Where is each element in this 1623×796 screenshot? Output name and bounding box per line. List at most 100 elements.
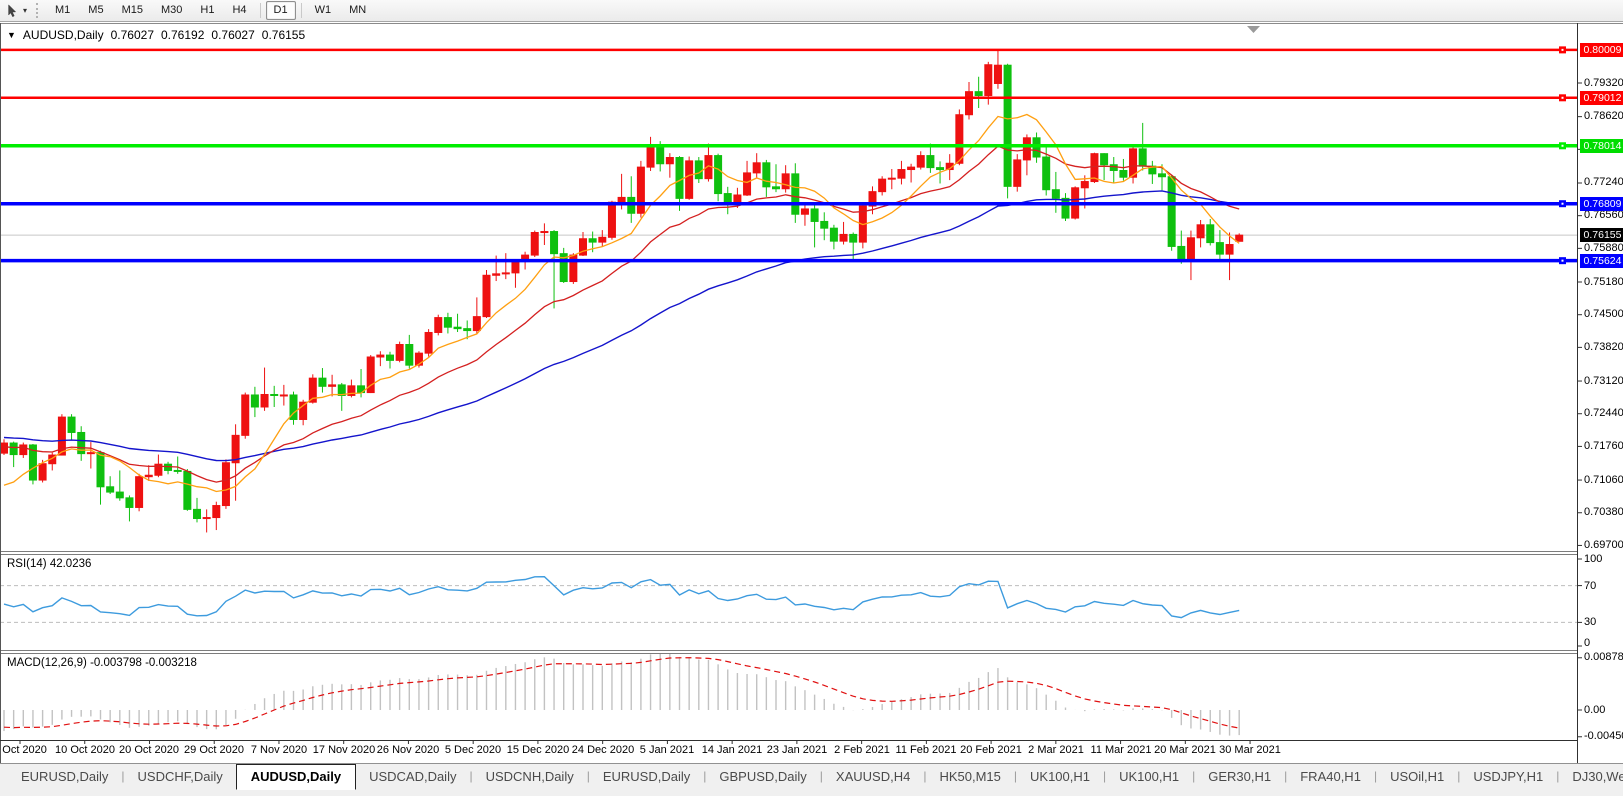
chart-tab-usdcnh-daily[interactable]: USDCNH,Daily (473, 764, 587, 790)
date-axis-label: 5 Dec 2020 (444, 744, 502, 756)
chart-tab-uk100-h1[interactable]: UK100,H1 (1017, 764, 1103, 790)
rsi-axis-tick-label: 0 (1584, 637, 1591, 649)
candle-bear (974, 91, 983, 96)
chart-tab-ger30-h1[interactable]: GER30,H1 (1195, 764, 1284, 790)
macd-axis-tick-label: -0.004503 (1584, 730, 1623, 742)
date-axis-label: 29 Oct 2020 (184, 744, 244, 756)
candle-bull (685, 160, 694, 199)
ohlc-low: 0.76027 (211, 28, 255, 42)
rsi-pane[interactable] (0, 575, 1577, 623)
candle-bull (279, 394, 288, 397)
candle-bear (926, 155, 935, 169)
chart-tab-usdchf-daily[interactable]: USDCHF,Daily (125, 764, 236, 790)
chart-tab-eurusd-daily[interactable]: EURUSD,Daily (590, 764, 703, 790)
line-handle-dot (1561, 48, 1564, 51)
price-chart[interactable] (0, 0, 1623, 796)
candle-bear (405, 344, 414, 366)
macd-indicator-label: MACD(12,26,9) -0.003798 -0.003218 (7, 657, 197, 669)
chart-tab-fra40-h1[interactable]: FRA40,H1 (1287, 764, 1374, 790)
candle-bear (1138, 148, 1147, 167)
candle-bull (1225, 244, 1234, 255)
chart-tab-dj30-weekly[interactable]: DJ30,Weekly (1559, 764, 1623, 790)
candle-bear (1109, 164, 1118, 171)
date-axis-label: 14 Jan 2021 (701, 744, 763, 756)
candle-bull (598, 236, 607, 243)
ohlc-close: 0.76155 (261, 28, 306, 42)
candle-bull (1235, 234, 1244, 242)
price-level-tag: 0.76809 (1580, 197, 1623, 211)
candle-bull (472, 316, 481, 332)
price-axis-tick-label: 0.75880 (1584, 242, 1623, 254)
price-axis-tick-label: 0.78620 (1584, 110, 1623, 122)
candle-bear (936, 167, 945, 171)
date-axis-label: 17 Nov 2020 (312, 744, 376, 756)
date-axis-label: 5 Jan 2021 (639, 744, 695, 756)
price-level-tag: 0.80009 (1580, 43, 1623, 57)
candle-bear (183, 470, 192, 510)
candle-bull (424, 331, 433, 354)
price-level-tag: 0.79012 (1580, 91, 1623, 105)
ohlc-open: 0.76027 (110, 28, 154, 42)
chart-menu-icon[interactable]: ▼ (7, 30, 16, 40)
candle-bear (1051, 189, 1060, 199)
candle-bear (443, 317, 452, 328)
date-axis-label: 10 Oct 2020 (55, 744, 115, 756)
chart-tab-usdcad-daily[interactable]: USDCAD,Daily (356, 764, 469, 790)
date-axis-label: 20 Oct 2020 (119, 744, 179, 756)
candle-bull (781, 173, 790, 190)
price-axis-tick-label: 0.77240 (1584, 176, 1623, 188)
chart-tab-audusd-daily[interactable]: AUDUSD,Daily (235, 764, 357, 790)
rsi-axis-tick-label: 70 (1584, 580, 1597, 592)
candle-bear (694, 160, 703, 180)
candle-bull (887, 177, 896, 180)
chart-tab-hk50-m15[interactable]: HK50,M15 (926, 764, 1013, 790)
chart-shift-icon[interactable] (1247, 26, 1260, 33)
chart-tab-xauusd-h4[interactable]: XAUUSD,H4 (823, 764, 923, 790)
rsi-axis-tick-label: 30 (1584, 616, 1597, 628)
candle-bull (260, 393, 269, 408)
candle-bull (38, 463, 47, 481)
candle-bull (646, 144, 655, 168)
candle-bear (115, 491, 124, 499)
chart-tab-usdjpy-h1[interactable]: USDJPY,H1 (1460, 764, 1556, 790)
candle-bull (800, 208, 809, 215)
candle-bear (820, 220, 829, 229)
chart-tab-gbpusd-daily[interactable]: GBPUSD,Daily (706, 764, 819, 790)
chart-tab-uk100-h1[interactable]: UK100,H1 (1106, 764, 1192, 790)
ma-fast-line (3, 113, 1240, 493)
rsi-line (3, 575, 1240, 619)
candle-bull (665, 157, 674, 165)
candle-bear (250, 394, 259, 408)
candle-bear (106, 486, 115, 493)
candle-bear (714, 155, 723, 195)
main-pane[interactable] (0, 49, 1577, 533)
date-axis-label: 1 Oct 2020 (0, 744, 47, 756)
date-axis-label: 15 Dec 2020 (506, 744, 570, 756)
chart-tab-eurusd-daily[interactable]: EURUSD,Daily (8, 764, 121, 790)
date-axis-label: 23 Jan 2021 (766, 744, 828, 756)
date-axis-label: 2 Feb 2021 (834, 744, 890, 756)
candle-bull (965, 91, 973, 116)
chart-tab-usoil-h1[interactable]: USOil,H1 (1377, 764, 1457, 790)
line-handle-dot (1561, 259, 1564, 262)
candle-bull (907, 166, 916, 171)
candle-bear (67, 416, 76, 433)
price-axis-tick-label: 0.72440 (1584, 407, 1623, 419)
candle-bear (849, 233, 858, 243)
candle-bull (482, 274, 491, 318)
price-axis-tick-label: 0.69700 (1584, 539, 1623, 551)
candle-bear (173, 469, 182, 472)
date-axis-label: 26 Nov 2020 (376, 744, 440, 756)
candle-bull (916, 155, 925, 168)
date-axis-label: 7 Nov 2020 (250, 744, 308, 756)
candle-bear (463, 328, 472, 332)
macd-axis-tick-label: 0.008785 (1584, 651, 1623, 663)
candle-bull (202, 517, 211, 520)
candle-bear (1206, 224, 1215, 244)
candle-bear (810, 208, 819, 222)
rsi-indicator-label: RSI(14) 42.0236 (7, 558, 92, 570)
candle-bull (0, 442, 8, 454)
candle-bear (1167, 176, 1176, 247)
candle-bull (955, 114, 964, 164)
candle-bull (501, 272, 510, 275)
